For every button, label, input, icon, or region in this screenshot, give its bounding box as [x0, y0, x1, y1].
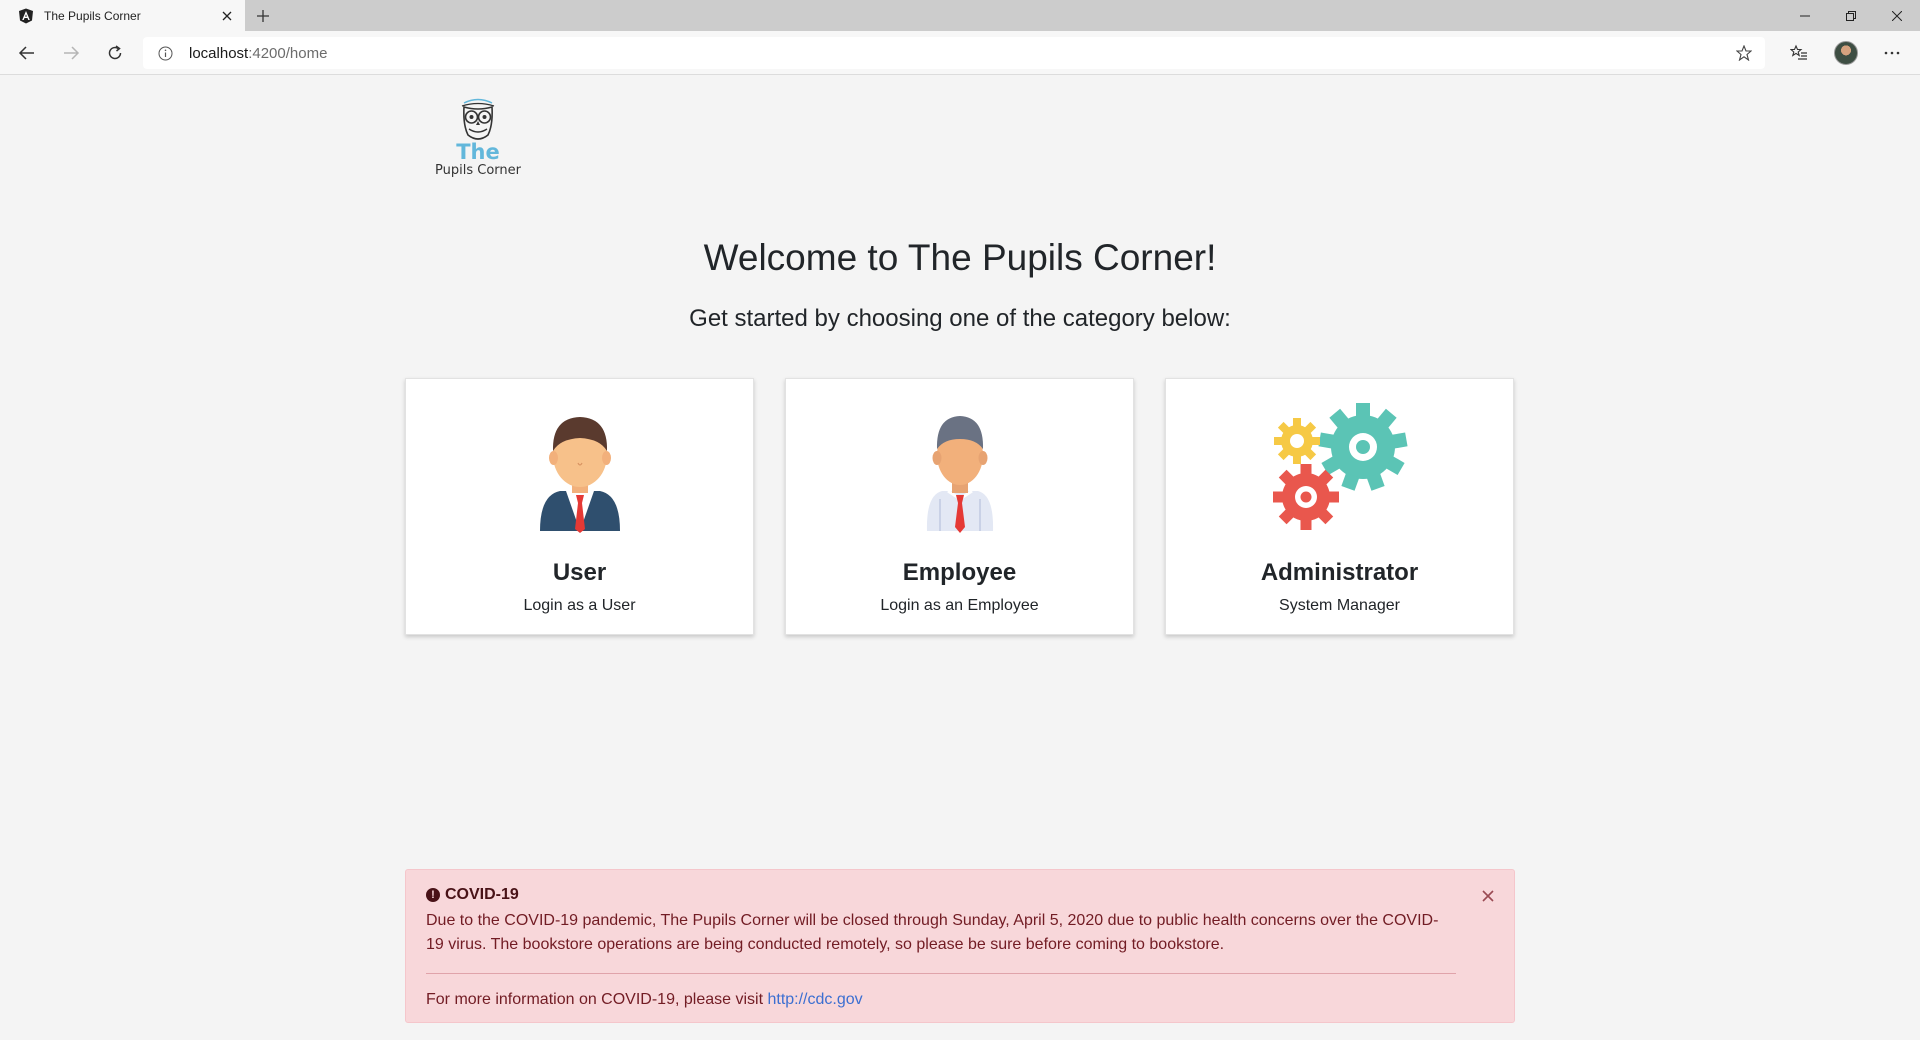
- browser-tab[interactable]: The Pupils Corner: [0, 0, 245, 31]
- page-subtitle: Get started by choosing one of the categ…: [689, 305, 1231, 332]
- card-text: System Manager: [1279, 597, 1400, 614]
- back-arrow-icon[interactable]: [13, 39, 41, 67]
- alert-footer-text: For more information on COVID-19, please…: [426, 991, 768, 1008]
- card-title: Employee: [902, 559, 1017, 586]
- employee-icon: [926, 416, 993, 533]
- alert-body: Due to the COVID-19 pandemic, The Pupils…: [426, 912, 1439, 953]
- alert-close-icon[interactable]: [1480, 888, 1496, 904]
- logo-subtitle: Pupils Corner: [435, 163, 521, 178]
- card-title: User: [552, 559, 607, 586]
- avatar: [1834, 41, 1858, 65]
- browser-toolbar: localhost:4200/home: [0, 31, 1920, 75]
- browser-tab-bar: The Pupils Corner: [0, 0, 1920, 31]
- minimize-icon[interactable]: [1782, 0, 1828, 31]
- restore-icon[interactable]: [1828, 0, 1874, 31]
- address-bar[interactable]: localhost:4200/home: [143, 37, 1765, 69]
- url-text: localhost:4200/home: [189, 45, 327, 62]
- user-card[interactable]: User Login as a User: [405, 378, 754, 635]
- cdc-link[interactable]: http://cdc.gov: [767, 991, 862, 1008]
- new-tab-plus-icon[interactable]: [252, 5, 274, 27]
- administrator-card[interactable]: Administrator System Manager: [1165, 378, 1514, 635]
- url-path: :4200/home: [248, 44, 328, 62]
- profile-avatar[interactable]: [1832, 39, 1860, 67]
- angular-favicon-icon: [19, 8, 33, 23]
- close-window-icon[interactable]: [1874, 0, 1920, 31]
- card-text: Login as a User: [523, 597, 636, 614]
- refresh-icon[interactable]: [101, 39, 129, 67]
- card-title: Administrator: [1260, 559, 1419, 586]
- alert-divider: [426, 973, 1456, 974]
- card-text: Login as an Employee: [880, 597, 1039, 614]
- favorite-star-icon[interactable]: [1735, 44, 1753, 62]
- alert-heading-text: COVID-19: [445, 886, 519, 903]
- owl-logo-icon: [461, 98, 495, 140]
- forward-arrow-icon[interactable]: [57, 39, 85, 67]
- more-options-icon[interactable]: [1878, 39, 1906, 67]
- tab-close-icon[interactable]: [219, 8, 235, 24]
- info-icon[interactable]: [157, 45, 173, 61]
- logo-title: The: [456, 140, 500, 164]
- tab-title: The Pupils Corner: [44, 8, 141, 23]
- businessman-icon: [539, 417, 620, 533]
- covid-alert: ! COVID-19 Due to the COVID-19 pandemic,…: [405, 869, 1515, 1023]
- employee-card[interactable]: Employee Login as an Employee: [785, 378, 1134, 635]
- alert-heading: ! COVID-19: [426, 885, 1494, 905]
- page-title: Welcome to The Pupils Corner!: [703, 237, 1217, 278]
- exclamation-circle-icon: !: [426, 888, 440, 902]
- alert-footer: For more information on COVID-19, please…: [426, 991, 1494, 1009]
- favorites-list-icon[interactable]: [1785, 39, 1813, 67]
- url-host: localhost: [189, 44, 249, 62]
- site-logo[interactable]: The Pupils Corner: [425, 97, 531, 207]
- window-controls: [1782, 0, 1920, 31]
- page-content: The Pupils Corner Welcome to The Pupils …: [0, 75, 1920, 1040]
- gears-icon: [1272, 403, 1408, 530]
